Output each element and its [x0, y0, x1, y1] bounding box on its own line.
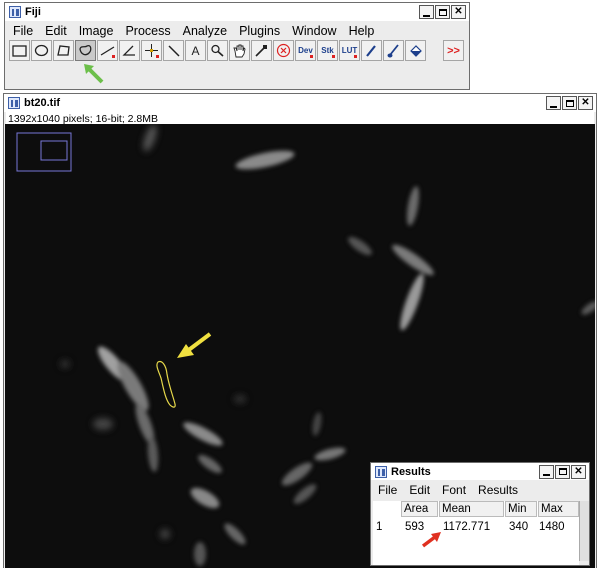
menu-plugins[interactable]: Plugins [233, 24, 286, 38]
line-tool-icon[interactable] [97, 40, 118, 61]
fiji-titlebar[interactable]: Fiji ✕ [5, 3, 469, 21]
stack-tools-icon[interactable]: Stk [317, 40, 338, 61]
angle-tool-icon[interactable] [119, 40, 140, 61]
column-header-mean[interactable]: Mean [439, 501, 504, 517]
fiji-app-icon [9, 6, 21, 18]
image-window-title: bt20.tif [24, 97, 61, 109]
minimize-button[interactable] [419, 5, 434, 19]
results-window-title: Results [391, 465, 431, 478]
results-maximize-button[interactable] [555, 464, 570, 479]
text-tool-icon[interactable]: A [185, 40, 206, 61]
results-menu-edit[interactable]: Edit [403, 483, 436, 497]
menu-image[interactable]: Image [73, 24, 120, 38]
fiji-window-title: Fiji [25, 6, 41, 18]
cell-max: 1480 [539, 521, 565, 533]
more-tools-icon[interactable]: >> [443, 40, 464, 61]
developer-menu-icon[interactable]: Dev [295, 40, 316, 61]
color-picker-icon[interactable] [251, 40, 272, 61]
results-close-button[interactable]: ✕ [571, 464, 586, 479]
polygon-tool-icon[interactable] [53, 40, 74, 61]
image-window-titlebar[interactable]: bt20.tif ✕ [4, 94, 596, 112]
flood-fill-icon[interactable] [405, 40, 426, 61]
column-header-area[interactable]: Area [401, 501, 438, 517]
paintbrush-icon[interactable] [383, 40, 404, 61]
cell-mean: 1172.771 [443, 521, 491, 533]
cell-min: 340 [509, 521, 529, 533]
lut-menu-icon[interactable]: LUT [339, 40, 360, 61]
red-arrow-annotation [421, 532, 441, 548]
results-window-icon [375, 465, 387, 478]
freehand-tool-icon[interactable] [75, 40, 96, 61]
wand-tool-icon[interactable] [163, 40, 184, 61]
menu-window[interactable]: Window [286, 24, 342, 38]
point-tool-icon[interactable] [141, 40, 162, 61]
results-menubar: File Edit Font Results [372, 482, 589, 498]
results-menu-file[interactable]: File [372, 483, 403, 497]
results-minimize-button[interactable] [539, 464, 554, 479]
results-vertical-scrollbar[interactable] [579, 501, 589, 561]
menu-analyze[interactable]: Analyze [177, 24, 233, 38]
menu-edit[interactable]: Edit [39, 24, 73, 38]
green-arrow-annotation [84, 64, 104, 84]
fiji-menubar: File Edit Image Process Analyze Plugins … [7, 22, 469, 39]
menu-file[interactable]: File [7, 24, 39, 38]
row-index: 1 [376, 521, 383, 533]
image-maximize-button[interactable] [562, 96, 577, 110]
results-menu-font[interactable]: Font [436, 483, 472, 497]
fiji-toolbar: A Dev Stk LUT >> [9, 40, 464, 61]
rectangle-tool-icon[interactable] [9, 40, 30, 61]
pencil-icon[interactable] [361, 40, 382, 61]
column-header-max[interactable]: Max [538, 501, 579, 517]
image-window-icon [8, 97, 20, 109]
image-close-button[interactable]: ✕ [578, 96, 593, 110]
magnifier-icon[interactable] [207, 40, 228, 61]
results-menu-results[interactable]: Results [472, 483, 524, 497]
close-button[interactable]: ✕ [451, 5, 466, 19]
results-window: Results ✕ File Edit Font Results Area Me… [370, 462, 590, 566]
fiji-window: Fiji ✕ File Edit Image Process Analyze P… [4, 2, 470, 90]
results-titlebar[interactable]: Results ✕ [371, 463, 589, 480]
oval-tool-icon[interactable] [31, 40, 52, 61]
hand-tool-icon[interactable] [229, 40, 250, 61]
results-table: Area Mean Min Max 1 593 1172.771 340 148… [373, 501, 579, 565]
maximize-button[interactable] [435, 5, 450, 19]
image-minimize-button[interactable] [546, 96, 561, 110]
menu-process[interactable]: Process [119, 24, 176, 38]
column-header-min[interactable]: Min [505, 501, 537, 517]
close-all-icon[interactable] [273, 40, 294, 61]
menu-help[interactable]: Help [343, 24, 381, 38]
